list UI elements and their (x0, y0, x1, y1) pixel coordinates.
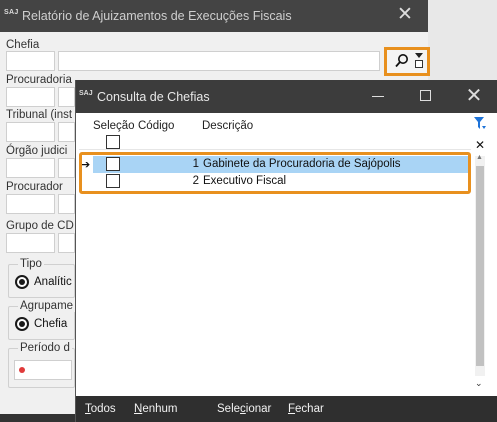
close-icon[interactable]: ✕ (464, 86, 484, 106)
search-icon[interactable] (394, 53, 410, 69)
window-title: Relatório de Ajuizamentos de Execuções F… (22, 9, 292, 23)
orgao-description-field[interactable] (58, 158, 75, 178)
rows-highlight (79, 152, 471, 194)
dialog-title: Consulta de Chefias (97, 90, 210, 104)
dialog-titlebar: SAJ Consulta de Chefias ✕ (76, 80, 497, 113)
procuradoria-code-field[interactable] (6, 87, 55, 107)
consulta-chefias-dialog: SAJ Consulta de Chefias ✕ Seleção Código… (75, 80, 497, 422)
select-all-checkbox[interactable] (106, 135, 120, 149)
dialog-footer: Todos Nenhum Selecionar Fechar (76, 396, 497, 422)
chefia-description-field[interactable] (58, 51, 380, 71)
tipo-option-label: Analític (34, 276, 72, 288)
clear-filter-icon[interactable]: ✕ (475, 138, 485, 152)
scroll-down-icon[interactable]: ⌄ (475, 378, 483, 389)
tipo-legend: Tipo (18, 258, 44, 270)
lookup-buttons (384, 47, 430, 76)
bottom-strip (0, 414, 75, 422)
procurador-code-field[interactable] (6, 194, 55, 214)
grupo-label: Grupo de CD (6, 220, 74, 232)
column-header-code[interactable]: Código (138, 120, 174, 132)
maximize-icon[interactable] (420, 90, 431, 101)
agrupamento-radio[interactable] (15, 317, 29, 331)
tribunal-description-field[interactable] (58, 122, 75, 142)
tribunal-code-field[interactable] (6, 122, 55, 142)
filter-row (79, 134, 471, 150)
nenhum-button[interactable]: Nenhum (134, 403, 177, 415)
orgao-label: Órgão judici (6, 145, 68, 157)
periodo-legend: Período d (18, 342, 72, 354)
tribunal-label: Tribunal (inst (6, 109, 73, 121)
grupo-code-field[interactable] (6, 233, 55, 253)
agrupamento-legend: Agrupame (18, 300, 76, 312)
chefia-code-field[interactable] (6, 51, 55, 71)
orgao-code-field[interactable] (6, 158, 55, 178)
procuradoria-label: Procuradoria (6, 74, 72, 86)
minimize-icon[interactable] (372, 96, 384, 97)
required-indicator-icon (19, 367, 25, 373)
agrupamento-option-label: Chefia (34, 318, 68, 330)
procuradoria-description-field[interactable] (58, 87, 75, 107)
fechar-button[interactable]: Fechar (288, 403, 324, 415)
selecionar-button[interactable]: Selecionar (217, 403, 271, 415)
saj-logo: SAJ (79, 90, 93, 97)
filter-icon[interactable] (473, 116, 487, 132)
tipo-radio[interactable] (15, 275, 29, 289)
saj-logo: SAJ (4, 9, 19, 16)
procurador-description-field[interactable] (58, 194, 75, 214)
column-header-description[interactable]: Descrição (202, 120, 253, 132)
chefia-label: Chefia (6, 39, 40, 51)
column-header-selection[interactable]: Seleção (93, 120, 135, 132)
dropdown-icon[interactable] (414, 52, 426, 70)
todos-button[interactable]: Todos (85, 403, 116, 415)
scroll-up-icon[interactable]: ▲ (476, 154, 483, 161)
grupo-description-field[interactable] (58, 233, 75, 253)
background-titlebar: SAJ Relatório de Ajuizamentos de Execuçõ… (0, 0, 428, 32)
grid-side-bar: ✕ ▲ ⌄ (473, 116, 495, 396)
close-icon[interactable]: ✕ (396, 5, 414, 25)
procurador-label: Procurador (6, 181, 63, 193)
scrollbar-thumb[interactable] (476, 166, 484, 366)
